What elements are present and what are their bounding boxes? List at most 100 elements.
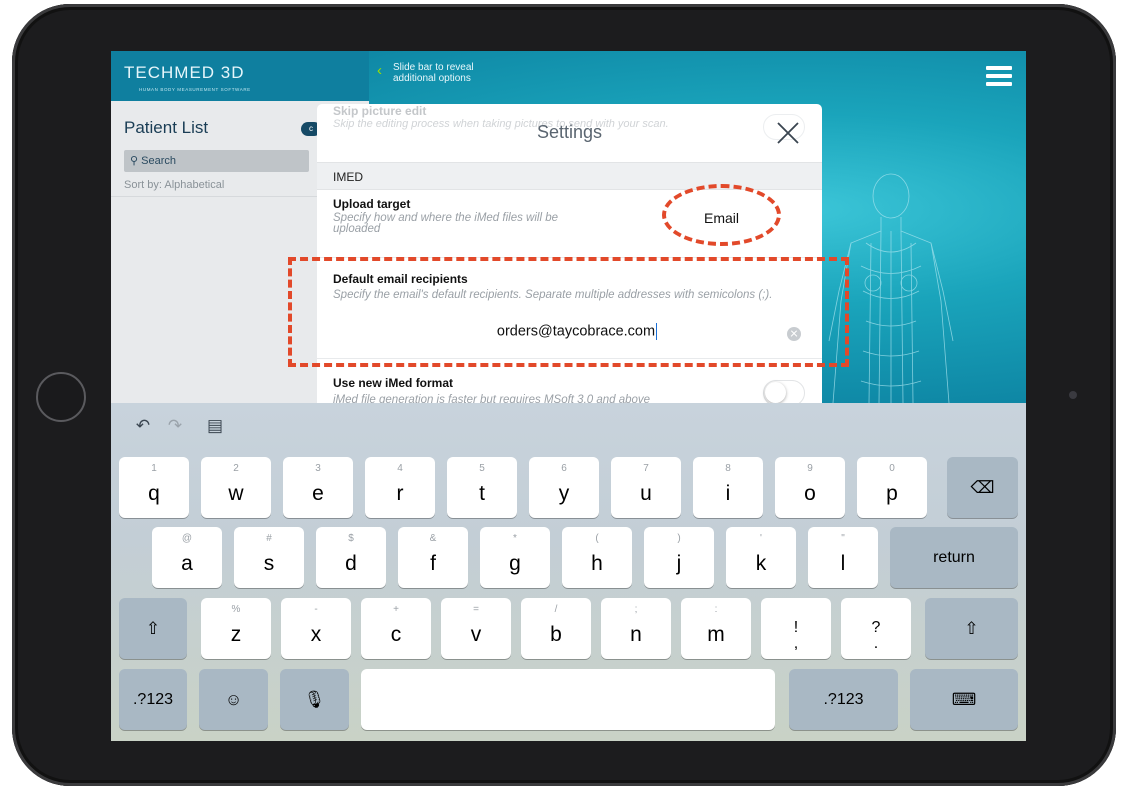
key-label: c — [390, 623, 402, 646]
key-f[interactable]: & f — [398, 527, 468, 588]
key-alt-label: 4 — [397, 463, 403, 474]
key-label: a — [181, 552, 193, 575]
search-icon: ⚲ — [130, 155, 139, 167]
key-alt-label: # — [266, 533, 272, 544]
key-label: x — [310, 623, 322, 646]
camera-dot — [1069, 391, 1077, 399]
key-alt-label: 3 — [315, 463, 321, 474]
settings-header: Skip picture edit Skip the editing proce… — [317, 104, 822, 162]
sort-by-label[interactable]: Sort by: Alphabetical — [124, 179, 224, 191]
undo-icon[interactable]: ↶ — [133, 416, 153, 436]
key-u[interactable]: 7u — [611, 457, 681, 518]
key-y[interactable]: 6y — [529, 457, 599, 518]
backspace-icon: ⌫ — [970, 478, 995, 497]
key-label: t — [479, 482, 485, 505]
return-key[interactable]: return — [890, 527, 1018, 588]
shift-left-key[interactable]: ⇧ — [119, 598, 187, 659]
key-n[interactable]: ; n — [601, 598, 671, 659]
key-alt-label: 6 — [561, 463, 567, 474]
new-imed-format-title: Use new iMed format — [333, 376, 454, 390]
key-label: m — [707, 623, 725, 646]
key-label: b — [550, 623, 562, 646]
key-exclamation[interactable]: !, — [761, 598, 831, 659]
key-label: e — [312, 482, 324, 505]
home-button[interactable] — [36, 372, 86, 422]
key-label: p — [886, 482, 898, 505]
key-alt-label: ) — [677, 533, 681, 544]
key-label: z — [230, 623, 242, 646]
key-alt-label: " — [841, 533, 845, 544]
keyboard-dismiss-icon: ⌨ — [951, 690, 977, 709]
key-alt-label: + — [393, 604, 399, 615]
backspace-key[interactable]: ⌫ — [947, 457, 1018, 518]
paste-icon[interactable]: ▤ — [205, 416, 225, 436]
key-x[interactable]: -x — [281, 598, 351, 659]
key-z[interactable]: % z — [201, 598, 271, 659]
key-o[interactable]: 9o — [775, 457, 845, 518]
key-t[interactable]: 5t — [447, 457, 517, 518]
key-j[interactable]: ) j — [644, 527, 714, 588]
emoji-key[interactable]: ☺ — [199, 669, 268, 730]
key-e[interactable]: 3e — [283, 457, 353, 518]
patient-search-input[interactable]: ⚲ Search — [124, 150, 309, 172]
dictation-key[interactable]: 🎙 — [280, 669, 349, 730]
key-label: d — [345, 552, 357, 575]
key-b[interactable]: / b — [521, 598, 591, 659]
hamburger-menu-icon[interactable] — [986, 66, 1012, 87]
key-s[interactable]: # s — [234, 527, 304, 588]
key-alt-label: 2 — [233, 463, 239, 474]
upload-target-title: Upload target — [333, 197, 411, 211]
screen: TECHMED 3D HUMAN BODY MEASUREMENT SOFTWA… — [111, 51, 1026, 741]
new-imed-format-toggle[interactable] — [763, 380, 805, 403]
annotation-rectangle — [288, 257, 849, 367]
key-question[interactable]: ?. — [841, 598, 911, 659]
key-label: l — [840, 552, 846, 575]
key-k[interactable]: ' k — [726, 527, 796, 588]
key-g[interactable]: * g — [480, 527, 550, 588]
key-c[interactable]: + c — [361, 598, 431, 659]
key-alt-label: % — [231, 604, 241, 615]
emoji-icon: ☺ — [224, 690, 243, 709]
key-alt-label: 9 — [807, 463, 813, 474]
key-alt-label: = — [473, 604, 479, 615]
key-label: i — [725, 482, 731, 505]
numbers-key-left[interactable]: .?123 — [119, 669, 187, 730]
section-label: IMED — [333, 170, 363, 184]
key-label: k — [755, 552, 767, 575]
key-q[interactable]: 1q — [119, 457, 189, 518]
shift-right-key[interactable]: ⇧ — [925, 598, 1018, 659]
key-m[interactable]: :m — [681, 598, 751, 659]
key-alt-label: 7 — [643, 463, 649, 474]
redo-icon[interactable]: ↷ — [165, 416, 185, 436]
key-alt-label: - — [314, 604, 318, 615]
key-w[interactable]: 2w — [201, 457, 271, 518]
key-alt-label: * — [513, 533, 517, 544]
key-h[interactable]: (h — [562, 527, 632, 588]
microphone-icon: 🎙 — [303, 690, 326, 709]
key-alt-label: 0 — [889, 463, 895, 474]
key-alt-label: & — [429, 533, 437, 544]
key-alt-label: / — [554, 604, 558, 615]
key-i[interactable]: 8i — [693, 457, 763, 518]
key-a[interactable]: @ a — [152, 527, 222, 588]
chevron-left-icon: ‹ — [377, 62, 382, 79]
close-icon[interactable] — [775, 120, 801, 146]
logo-bar: TECHMED 3D HUMAN BODY MEASUREMENT SOFTWA… — [111, 51, 369, 101]
skip-picture-edit-title: Skip picture edit — [333, 104, 427, 118]
key-label: y — [558, 482, 570, 505]
key-label: j — [676, 552, 682, 575]
key-p[interactable]: 0p — [857, 457, 927, 518]
key-v[interactable]: = v — [441, 598, 511, 659]
shift-icon: ⇧ — [964, 619, 979, 638]
key-r[interactable]: 4r — [365, 457, 435, 518]
upload-target-description: Specify how and where the iMed files wil… — [333, 212, 559, 235]
key-alt-label: ; — [634, 604, 638, 615]
key-label: v — [470, 623, 482, 646]
key-alt-label: ( — [595, 533, 599, 544]
key-l[interactable]: " l — [808, 527, 878, 588]
space-key[interactable] — [361, 669, 775, 730]
new-imed-format-description: iMed file generation is faster but requi… — [333, 394, 651, 403]
key-d[interactable]: $ d — [316, 527, 386, 588]
dismiss-keyboard-key[interactable]: ⌨ — [910, 669, 1018, 730]
numbers-key-right[interactable]: .?123 — [789, 669, 898, 730]
